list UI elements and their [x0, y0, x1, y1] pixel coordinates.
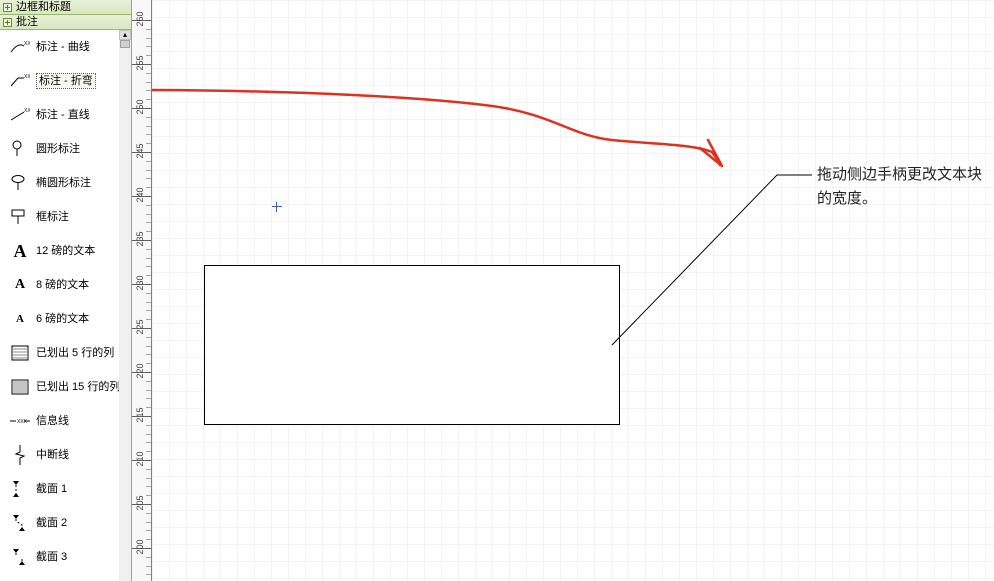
expand-icon — [3, 3, 12, 12]
bend-label-icon: XXX — [10, 71, 30, 91]
tool-label: 信息线 — [36, 414, 69, 428]
tool-ellipse-label[interactable]: 椭圆形标注 — [0, 166, 131, 200]
info-line-icon: XXX — [10, 411, 30, 431]
tool-label: 已划出 15 行的列 — [36, 380, 120, 394]
panel-label: 批注 — [16, 15, 38, 30]
panel-annotation[interactable]: 批注 — [0, 15, 131, 30]
ellipse-label-icon — [10, 173, 30, 193]
tool-box-label[interactable]: 框标注 — [0, 200, 131, 234]
section-icon — [10, 479, 30, 499]
tool-label: 标注 - 曲线 — [36, 40, 90, 54]
tool-label-line[interactable]: XXX 标注 - 直线 — [0, 98, 131, 132]
palette-scrollbar[interactable]: ▴ — [119, 30, 131, 581]
tool-label: 框标注 — [36, 210, 69, 224]
vertical-ruler: 260255250245240235230225220215210205200 — [132, 0, 152, 581]
tool-label: 截面 3 — [36, 550, 67, 564]
tool-circle-label[interactable]: 圆形标注 — [0, 132, 131, 166]
tool-break-line[interactable]: 中断线 — [0, 438, 131, 472]
tool-label: 12 磅的文本 — [36, 244, 95, 258]
tool-label: 截面 2 — [36, 516, 67, 530]
tool-section-1[interactable]: 截面 1 — [0, 472, 131, 506]
scroll-up-icon[interactable]: ▴ — [119, 30, 131, 40]
svg-text:XXX: XXX — [24, 74, 30, 80]
tool-text-12pt[interactable]: A 12 磅的文本 — [0, 234, 131, 268]
tool-text-6pt[interactable]: A 6 磅的文本 — [0, 302, 131, 336]
break-line-icon — [10, 445, 30, 465]
circle-label-icon — [10, 139, 30, 159]
section-icon — [10, 547, 30, 567]
curve-label-icon: XXX — [10, 37, 30, 57]
tool-label-curve[interactable]: XXX 标注 - 曲线 — [0, 30, 131, 64]
svg-text:XXX: XXX — [24, 41, 30, 47]
tool-label: 6 磅的文本 — [36, 312, 89, 326]
svg-text:XXX: XXX — [24, 108, 30, 114]
tool-text-8pt[interactable]: A 8 磅的文本 — [0, 268, 131, 302]
text-a-icon: A — [10, 275, 30, 295]
tool-section-2[interactable]: 截面 2 — [0, 506, 131, 540]
callout-text[interactable]: 拖动侧边手柄更改文本块的宽度。 — [817, 163, 992, 211]
crosshair-cursor — [272, 202, 282, 212]
text-block-shape[interactable] — [204, 265, 620, 425]
tool-label: 标注 - 折弯 — [36, 73, 96, 89]
box-label-icon — [10, 207, 30, 227]
svg-text:XXX: XXX — [17, 419, 28, 425]
tool-list: XXX 标注 - 曲线 XXX 标注 - 折弯 XXX 标注 - 直线 — [0, 30, 131, 581]
expand-icon — [3, 18, 12, 27]
tool-label: 椭圆形标注 — [36, 176, 91, 190]
tool-label-bend[interactable]: XXX 标注 - 折弯 — [0, 64, 131, 98]
section-icon — [10, 513, 30, 533]
tool-label: 中断线 — [36, 448, 69, 462]
scroll-thumb[interactable] — [120, 40, 130, 48]
ruled-lines-icon — [10, 377, 30, 397]
tool-ruled-5[interactable]: 已划出 5 行的列 — [0, 336, 131, 370]
tool-info-line[interactable]: XXX 信息线 — [0, 404, 131, 438]
tool-label: 截面 1 — [36, 482, 67, 496]
tool-label: 圆形标注 — [36, 142, 80, 156]
line-label-icon: XXX — [10, 105, 30, 125]
app-root: 边框和标题 批注 XXX 标注 - 曲线 XXX 标注 - 折弯 XXX — [0, 0, 994, 581]
text-a-icon: A — [10, 241, 30, 261]
text-a-icon: A — [10, 309, 30, 329]
tool-label: 已划出 5 行的列 — [36, 346, 114, 360]
ruled-lines-icon — [10, 343, 30, 363]
tool-ruled-15[interactable]: 已划出 15 行的列 — [0, 370, 131, 404]
panel-border-title[interactable]: 边框和标题 — [0, 0, 131, 15]
tool-section-3[interactable]: 截面 3 — [0, 540, 131, 574]
drawing-canvas[interactable]: 拖动侧边手柄更改文本块的宽度。 — [152, 0, 994, 581]
panel-label: 边框和标题 — [16, 0, 71, 15]
tool-label: 标注 - 直线 — [36, 108, 90, 122]
tool-palette: 边框和标题 批注 XXX 标注 - 曲线 XXX 标注 - 折弯 XXX — [0, 0, 132, 581]
tool-label: 8 磅的文本 — [36, 278, 89, 292]
